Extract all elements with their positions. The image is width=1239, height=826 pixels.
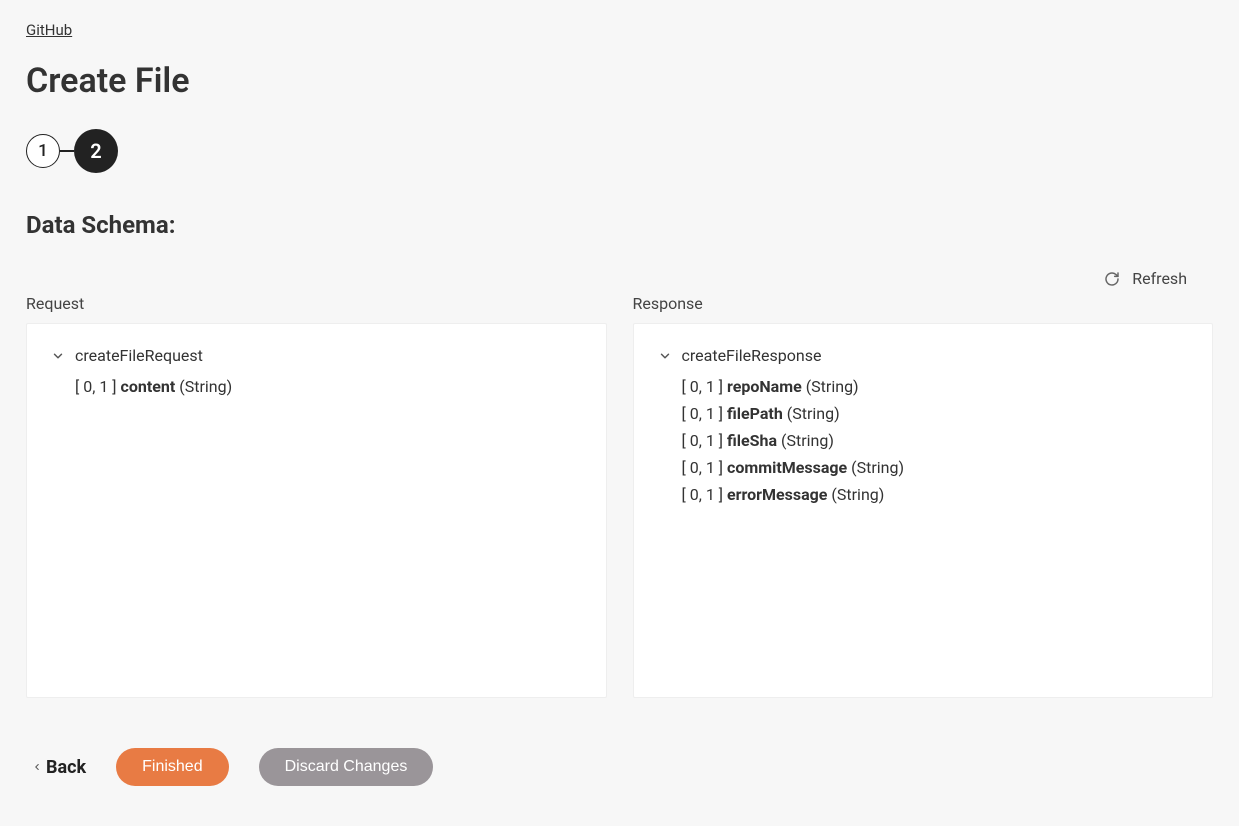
chevron-down-icon <box>51 349 65 363</box>
field-type: (String) <box>175 377 232 396</box>
field-name: errorMessage <box>727 485 827 504</box>
chevron-left-icon <box>32 760 42 774</box>
field-cardinality: [ 0, 1 ] <box>682 404 728 423</box>
request-panel: createFileRequest [ 0, 1 ] content (Stri… <box>26 323 607 698</box>
request-fields: [ 0, 1 ] content (String) <box>75 373 582 400</box>
request-root-name: createFileRequest <box>75 346 203 365</box>
refresh-label: Refresh <box>1132 269 1187 288</box>
field-type: (String) <box>847 458 904 477</box>
field-name: filePath <box>727 404 783 423</box>
back-button[interactable]: Back <box>32 757 86 778</box>
field-type: (String) <box>777 431 834 450</box>
response-panel: createFileResponse [ 0, 1 ] repoName (St… <box>633 323 1214 698</box>
refresh-icon <box>1104 271 1120 287</box>
request-root-toggle[interactable]: createFileRequest <box>51 346 582 365</box>
response-label: Response <box>633 294 1214 313</box>
field-cardinality: [ 0, 1 ] <box>682 458 728 477</box>
step-1[interactable]: 1 <box>26 134 60 168</box>
schema-field[interactable]: [ 0, 1 ] repoName (String) <box>682 373 1189 400</box>
request-label: Request <box>26 294 607 313</box>
schema-field[interactable]: [ 0, 1 ] commitMessage (String) <box>682 454 1189 481</box>
discard-button[interactable]: Discard Changes <box>259 748 434 786</box>
schema-field[interactable]: [ 0, 1 ] filePath (String) <box>682 400 1189 427</box>
step-connector <box>60 150 74 152</box>
request-column: Request createFileRequest [ 0, 1 ] conte… <box>26 294 607 698</box>
schema-field[interactable]: [ 0, 1 ] errorMessage (String) <box>682 481 1189 508</box>
stepper: 1 2 <box>26 129 1213 173</box>
field-type: (String) <box>802 377 859 396</box>
refresh-button[interactable]: Refresh <box>1104 269 1187 288</box>
field-cardinality: [ 0, 1 ] <box>682 377 728 396</box>
response-root-name: createFileResponse <box>682 346 822 365</box>
field-name: repoName <box>727 377 802 396</box>
chevron-down-icon <box>658 349 672 363</box>
schema-field[interactable]: [ 0, 1 ] content (String) <box>75 373 582 400</box>
page-title: Create File <box>26 61 1213 101</box>
field-type: (String) <box>783 404 840 423</box>
field-cardinality: [ 0, 1 ] <box>682 485 728 504</box>
back-label: Back <box>46 757 86 778</box>
response-root-toggle[interactable]: createFileResponse <box>658 346 1189 365</box>
finished-button[interactable]: Finished <box>116 748 228 786</box>
field-cardinality: [ 0, 1 ] <box>682 431 728 450</box>
field-cardinality: [ 0, 1 ] <box>75 377 121 396</box>
breadcrumb-link-github[interactable]: GitHub <box>26 21 72 39</box>
step-2[interactable]: 2 <box>74 129 118 173</box>
field-type: (String) <box>827 485 884 504</box>
field-name: fileSha <box>727 431 777 450</box>
schema-field[interactable]: [ 0, 1 ] fileSha (String) <box>682 427 1189 454</box>
section-heading: Data Schema: <box>26 211 1213 239</box>
response-column: Response createFileResponse [ 0, 1 ] rep… <box>633 294 1214 698</box>
response-fields: [ 0, 1 ] repoName (String)[ 0, 1 ] fileP… <box>682 373 1189 508</box>
field-name: commitMessage <box>727 458 847 477</box>
field-name: content <box>121 377 176 396</box>
